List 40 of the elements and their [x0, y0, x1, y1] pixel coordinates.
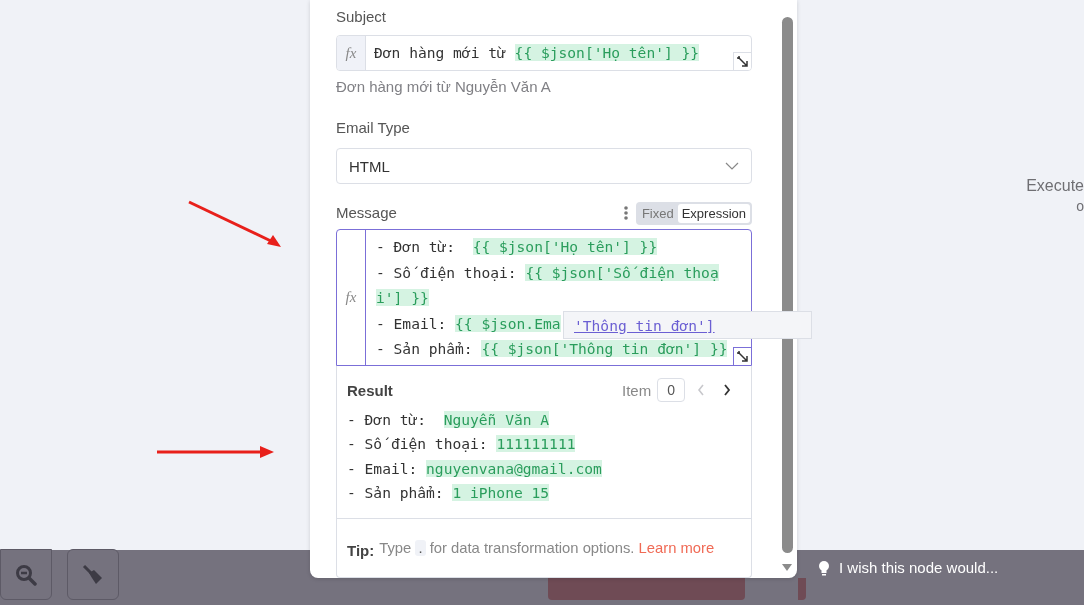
clear-button[interactable] — [67, 549, 119, 600]
canvas-hint-text: o — [1076, 197, 1084, 216]
preview-text: Đơn hàng mới từ Nguyễn Văn A — [336, 77, 552, 97]
field-label: Message — [336, 203, 398, 223]
broom-icon — [82, 563, 104, 586]
item-number-field[interactable]: 0 — [657, 378, 685, 402]
tip-label: Tip: — [347, 541, 375, 559]
field-label: Subject — [336, 7, 388, 27]
result-title: Result — [347, 381, 394, 399]
result-line: - Sản phẩm: 1 iPhone 15 — [347, 482, 551, 503]
result-line: - Số điện thoại: 111111111 — [347, 434, 577, 455]
more-options-icon[interactable] — [623, 205, 628, 221]
zoom-out-icon — [15, 563, 37, 586]
fx-label: fx — [345, 289, 357, 306]
node-button[interactable] — [548, 578, 745, 600]
scroll-down-icon[interactable] — [781, 563, 793, 572]
lightbulb-icon — [818, 559, 830, 576]
code-line: Đơn hàng mới từ {{ $json['Họ tên'] }} — [374, 43, 700, 64]
mode-tab[interactable]: Expression — [677, 203, 750, 223]
email-type-select[interactable]: HTML — [336, 148, 752, 184]
node-button[interactable] — [798, 578, 806, 600]
chevron-right-icon[interactable] — [723, 384, 731, 396]
chevron-down-icon — [725, 162, 739, 170]
resize-icon — [736, 55, 749, 68]
code-line: - Sản phẩm: {{ $json['Thông tin đơn'] }} — [376, 339, 728, 359]
field-label: Email Type — [336, 118, 411, 138]
subject-field[interactable]: fx Đơn hàng mới từ {{ $json['Họ tên'] }} — [336, 35, 752, 71]
zoom-out-button[interactable] — [0, 549, 52, 600]
tip-text: Type . for data transformation options. Learn more — [379, 538, 715, 558]
result-line: - Đơn từ: Nguyễn Văn A — [347, 410, 551, 430]
feedback-link[interactable]: I wish this node would... — [839, 559, 999, 576]
resize-icon — [736, 350, 749, 363]
autocomplete-option[interactable]: 'Thông tin đơn'] — [574, 316, 715, 334]
fx-label: fx — [337, 36, 366, 70]
expand-button[interactable] — [733, 347, 751, 365]
code-line: - Đơn từ: {{ $json['Họ tên'] }} — [376, 237, 659, 257]
canvas-hint-text: Execute — [1026, 176, 1084, 196]
item-label: Item — [622, 381, 652, 399]
code-line: - Số điện thoại: {{ $json['Số điện thoạ — [376, 262, 720, 283]
result-line: - Email: nguyenvana@gmail.com — [347, 458, 603, 479]
